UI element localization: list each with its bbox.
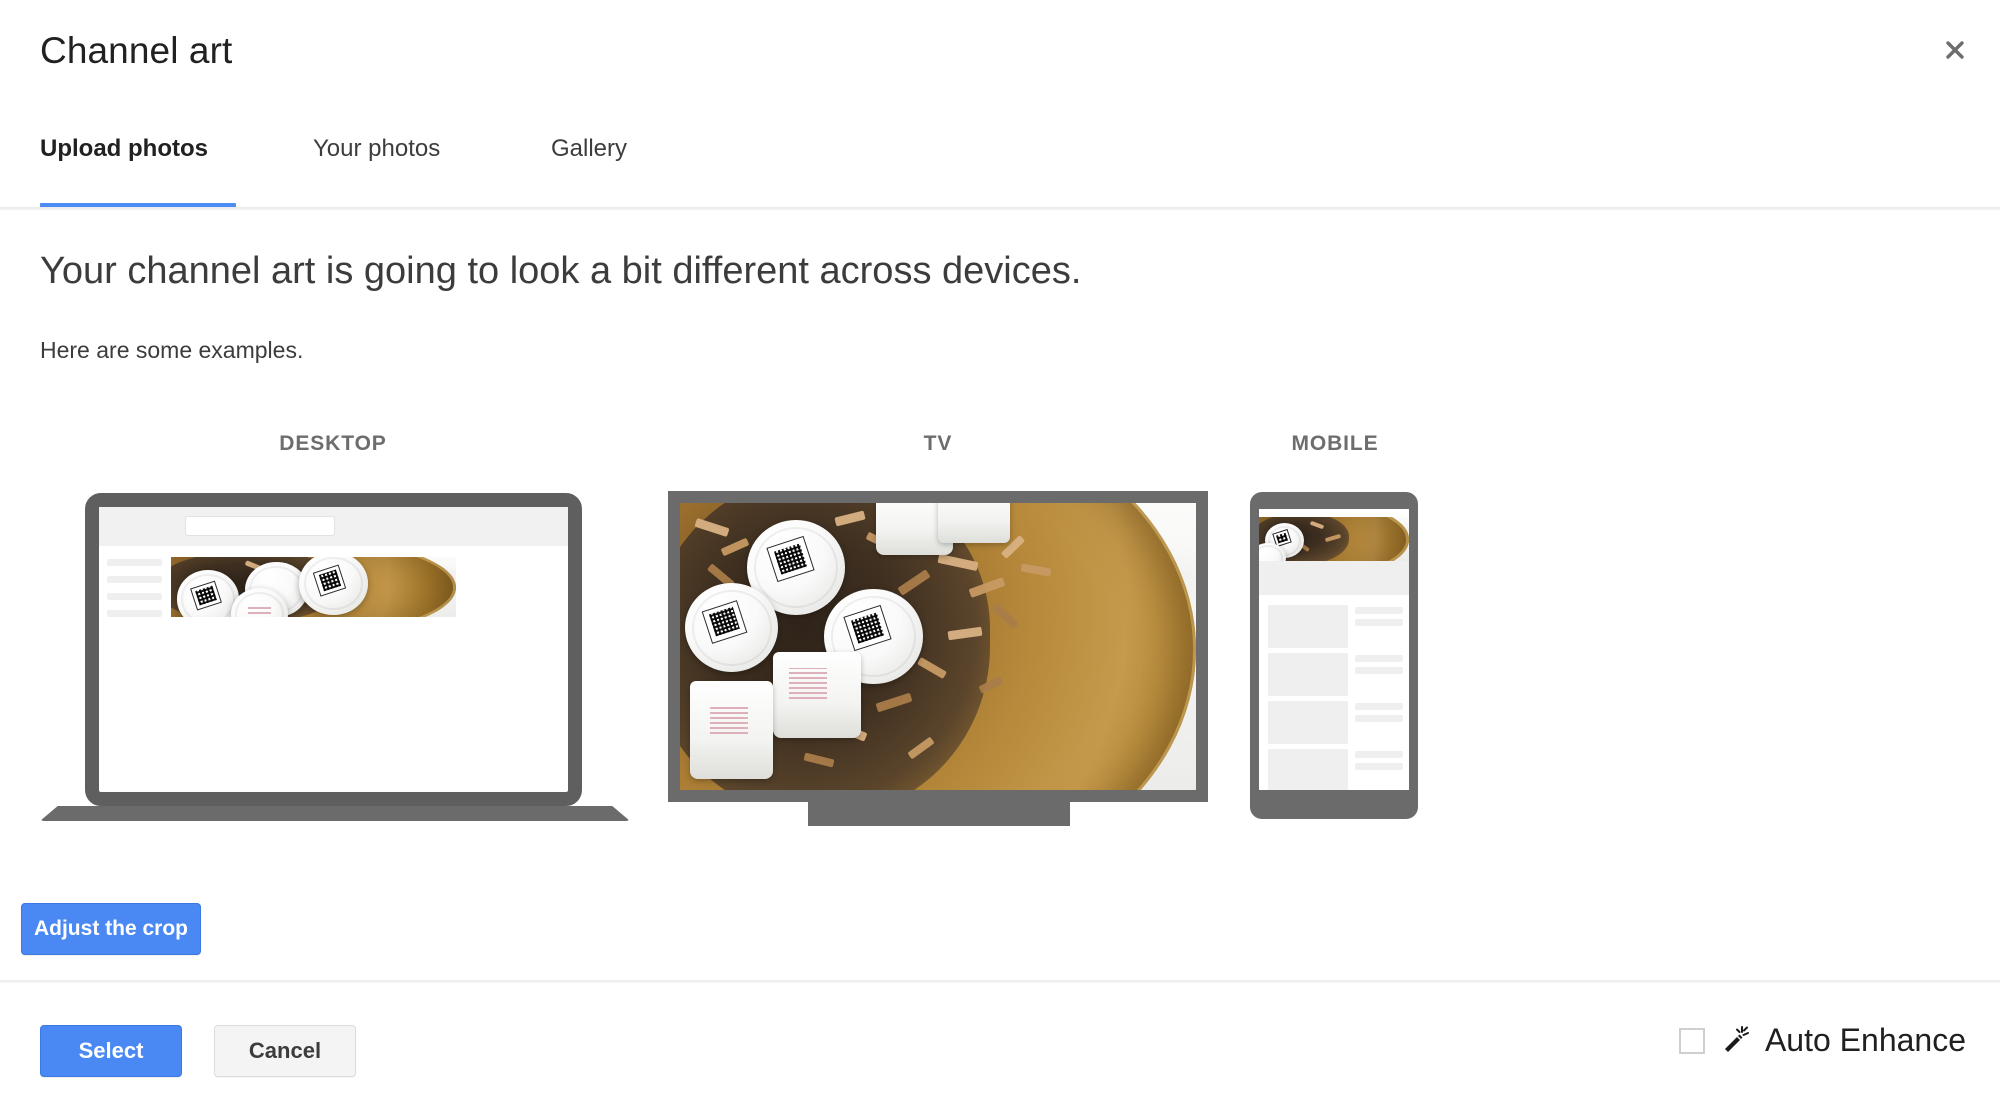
- laptop-skeleton-line: [107, 610, 162, 617]
- laptop-frame: [85, 493, 582, 806]
- auto-enhance-label: Auto Enhance: [1764, 1022, 1966, 1058]
- auto-enhance-control[interactable]: Auto Enhance: [1678, 1022, 1966, 1059]
- laptop-channel-art-image: [171, 557, 456, 617]
- adjust-crop-button[interactable]: Adjust the crop: [21, 903, 201, 955]
- mobile-text-line: [1355, 751, 1403, 758]
- laptop-skeleton-line: [107, 576, 162, 583]
- mobile-thumb: [1268, 653, 1348, 696]
- cancel-label: Cancel: [248, 1038, 322, 1063]
- mobile-text-line: [1355, 763, 1403, 770]
- mobile-header-band: [1259, 561, 1409, 595]
- footer-divider: [0, 980, 2000, 983]
- select-button[interactable]: Select: [40, 1025, 182, 1077]
- tv-channel-art-image: [680, 503, 1196, 790]
- mobile-text-line: [1355, 667, 1403, 674]
- magic-wand-icon: [1718, 1024, 1752, 1058]
- channel-art-dialog: Channel art Upload photos Your photos Ga…: [0, 0, 2000, 1114]
- tv-frame: [668, 491, 1208, 802]
- laptop-address-bar: [185, 516, 335, 536]
- auto-enhance-checkbox[interactable]: [1678, 1027, 1705, 1054]
- adjust-crop-label: Adjust the crop: [33, 917, 188, 940]
- cancel-button[interactable]: Cancel: [214, 1025, 356, 1077]
- tv-stand: [808, 802, 1070, 826]
- device-label-desktop: DESKTOP: [279, 432, 387, 455]
- device-label-tv: TV: [923, 432, 953, 455]
- device-previews: DESKTOP TV MOBILE: [0, 0, 2000, 1114]
- mobile-text-line: [1355, 715, 1403, 722]
- mobile-text-line: [1355, 607, 1403, 614]
- mobile-text-line: [1355, 655, 1403, 662]
- mobile-screen: [1259, 509, 1409, 790]
- laptop-skeleton-line: [107, 593, 162, 600]
- mobile-thumb: [1268, 701, 1348, 744]
- mobile-thumb: [1268, 749, 1348, 790]
- device-label-mobile: MOBILE: [1291, 432, 1379, 455]
- select-label: Select: [78, 1038, 144, 1063]
- mobile-text-line: [1355, 703, 1403, 710]
- mobile-channel-art-image: [1259, 517, 1409, 561]
- mobile-thumb: [1268, 605, 1348, 648]
- laptop-skeleton-line: [107, 559, 162, 566]
- laptop-browser-bar: [99, 507, 568, 546]
- mobile-frame: [1250, 492, 1418, 819]
- mobile-text-line: [1355, 619, 1403, 626]
- laptop-base: [40, 806, 630, 821]
